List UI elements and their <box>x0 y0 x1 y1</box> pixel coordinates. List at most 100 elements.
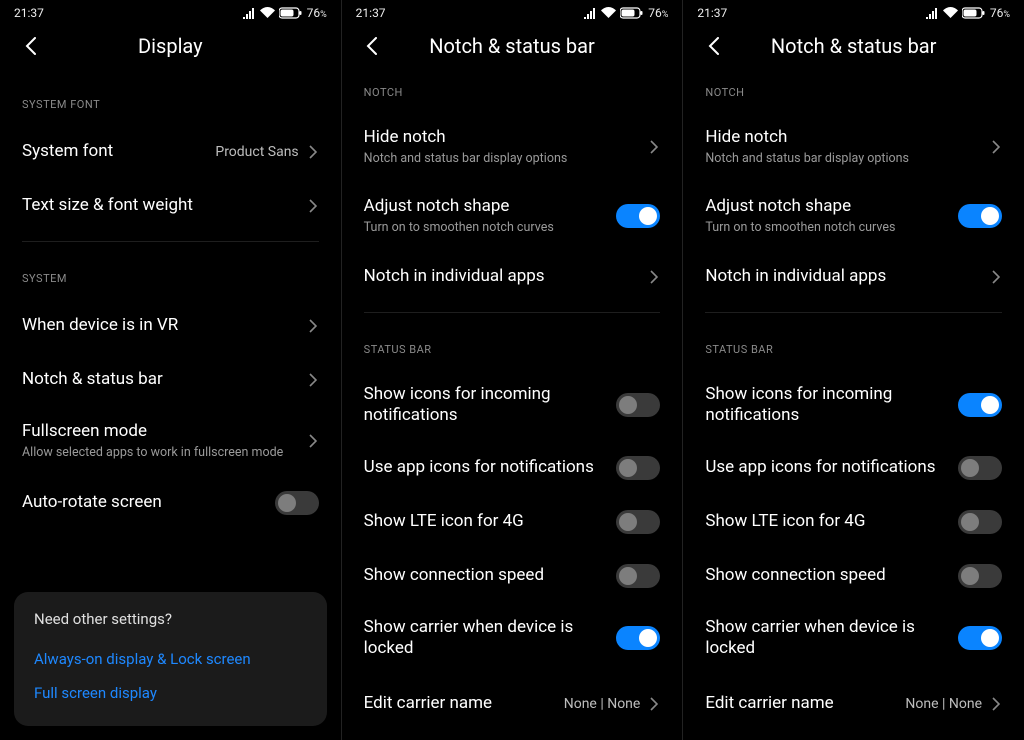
row-hide-notch[interactable]: Hide notch Notch and status bar display … <box>342 113 683 182</box>
battery-icon <box>962 7 986 19</box>
clock: 21:37 <box>14 6 44 20</box>
label: Show carrier when device is locked <box>364 617 617 660</box>
row-vr[interactable]: When device is in VR <box>0 299 341 353</box>
row-show-incoming-icons[interactable]: Show icons for incoming notifications <box>342 370 683 441</box>
label: Show icons for incoming notifications <box>705 384 958 427</box>
chevron-right-icon <box>309 319 319 333</box>
row-connection-speed[interactable]: Show connection speed <box>342 549 683 603</box>
toggle-app-icons[interactable] <box>958 456 1002 480</box>
battery-pct: 76% <box>307 6 327 20</box>
signal-icon <box>242 7 256 19</box>
label: Adjust notch shape <box>364 196 617 217</box>
chevron-right-icon <box>992 697 1002 711</box>
link-full-screen-display[interactable]: Full screen display <box>34 676 307 710</box>
row-lte-icon[interactable]: Show LTE icon for 4G <box>683 495 1024 549</box>
toggle-connection-speed[interactable] <box>616 564 660 588</box>
toggle-show-carrier[interactable] <box>616 626 660 650</box>
label: System font <box>22 141 215 162</box>
row-edit-carrier[interactable]: Edit carrier name None | None <box>342 673 683 727</box>
section-statusbar: STATUS BAR <box>342 321 683 370</box>
row-connection-speed[interactable]: Show connection speed <box>683 549 1024 603</box>
value: Product Sans <box>215 144 298 160</box>
toggle-connection-speed[interactable] <box>958 564 1002 588</box>
row-lte-icon[interactable]: Show LTE icon for 4G <box>342 495 683 549</box>
chevron-right-icon <box>309 434 319 448</box>
toggle-adjust-notch[interactable] <box>616 204 660 228</box>
row-text-size[interactable]: Text size & font weight <box>0 179 341 233</box>
toggle-app-icons[interactable] <box>616 456 660 480</box>
row-notch-individual-apps[interactable]: Notch in individual apps <box>342 250 683 304</box>
label: Use app icons for notifications <box>705 457 958 478</box>
row-app-icons[interactable]: Use app icons for notifications <box>683 441 1024 495</box>
status-bar: 21:37 76% <box>342 0 683 24</box>
chevron-right-icon <box>992 270 1002 284</box>
wifi-icon <box>260 7 275 19</box>
back-button[interactable] <box>701 34 725 58</box>
section-system: SYSTEM <box>0 250 341 299</box>
row-app-icons[interactable]: Use app icons for notifications <box>342 441 683 495</box>
back-button[interactable] <box>360 34 384 58</box>
other-settings-card: Need other settings? Always-on display &… <box>14 592 327 726</box>
label: Edit carrier name <box>364 693 564 714</box>
toggle-lte[interactable] <box>958 510 1002 534</box>
toggle-show-incoming-icons[interactable] <box>958 393 1002 417</box>
sublabel: Turn on to smoothen notch curves <box>705 220 958 236</box>
chevron-right-icon <box>992 140 1002 154</box>
section-notch: NOTCH <box>683 76 1024 113</box>
label: Show connection speed <box>364 565 617 586</box>
toggle-auto-rotate[interactable] <box>275 491 319 515</box>
divider <box>705 312 1002 313</box>
row-adjust-notch[interactable]: Adjust notch shape Turn on to smoothen n… <box>342 182 683 251</box>
value: None | None <box>564 696 641 712</box>
chevron-right-icon <box>309 145 319 159</box>
chevron-right-icon <box>309 199 319 213</box>
divider <box>22 241 319 242</box>
row-notch-individual-apps[interactable]: Notch in individual apps <box>683 250 1024 304</box>
clock: 21:37 <box>356 6 386 20</box>
row-adjust-notch[interactable]: Adjust notch shape Turn on to smoothen n… <box>683 182 1024 251</box>
sublabel: Notch and status bar display options <box>705 151 992 167</box>
row-show-carrier-locked[interactable]: Show carrier when device is locked <box>683 603 1024 674</box>
screen-notch-a: 21:37 76% Notch & status bar NOTCH Hide … <box>342 0 684 740</box>
label: Show LTE icon for 4G <box>705 511 958 532</box>
toggle-show-incoming-icons[interactable] <box>616 393 660 417</box>
chevron-right-icon <box>650 270 660 284</box>
label: Notch in individual apps <box>705 266 992 287</box>
toggle-lte[interactable] <box>616 510 660 534</box>
signal-icon <box>925 7 939 19</box>
row-fullscreen-mode[interactable]: Fullscreen mode Allow selected apps to w… <box>0 407 341 476</box>
label: Fullscreen mode <box>22 421 309 442</box>
sublabel: Turn on to smoothen notch curves <box>364 220 617 236</box>
wifi-icon <box>943 7 958 19</box>
label: Show LTE icon for 4G <box>364 511 617 532</box>
battery-pct: 76% <box>990 6 1010 20</box>
screen-notch-b: 21:37 76% Notch & status bar NOTCH Hide … <box>683 0 1024 740</box>
screen-display: 21:37 76% Display SYSTEM FONT System fon… <box>0 0 342 740</box>
section-statusbar: STATUS BAR <box>683 321 1024 370</box>
battery-pct: 76% <box>648 6 668 20</box>
toggle-adjust-notch[interactable] <box>958 204 1002 228</box>
status-bar: 21:37 76% <box>683 0 1024 24</box>
label: Use app icons for notifications <box>364 457 617 478</box>
signal-icon <box>583 7 597 19</box>
row-system-font[interactable]: System font Product Sans <box>0 125 341 179</box>
row-show-carrier-locked[interactable]: Show carrier when device is locked <box>342 603 683 674</box>
link-always-on-display[interactable]: Always-on display & Lock screen <box>34 642 307 676</box>
section-system-font: SYSTEM FONT <box>0 76 341 125</box>
row-auto-rotate[interactable]: Auto-rotate screen <box>0 476 341 530</box>
wifi-icon <box>601 7 616 19</box>
toggle-show-carrier[interactable] <box>958 626 1002 650</box>
row-hide-notch[interactable]: Hide notch Notch and status bar display … <box>683 113 1024 182</box>
row-edit-carrier[interactable]: Edit carrier name None | None <box>683 673 1024 727</box>
battery-icon <box>279 7 303 19</box>
row-notch-statusbar[interactable]: Notch & status bar <box>0 353 341 407</box>
title-bar: Notch & status bar <box>683 24 1024 76</box>
back-button[interactable] <box>18 34 42 58</box>
row-show-incoming-icons[interactable]: Show icons for incoming notifications <box>683 370 1024 441</box>
label: Notch & status bar <box>22 369 309 390</box>
sublabel: Allow selected apps to work in fullscree… <box>22 445 309 461</box>
divider <box>364 312 661 313</box>
label: When device is in VR <box>22 315 309 336</box>
label: Text size & font weight <box>22 195 309 216</box>
status-bar: 21:37 76% <box>0 0 341 24</box>
